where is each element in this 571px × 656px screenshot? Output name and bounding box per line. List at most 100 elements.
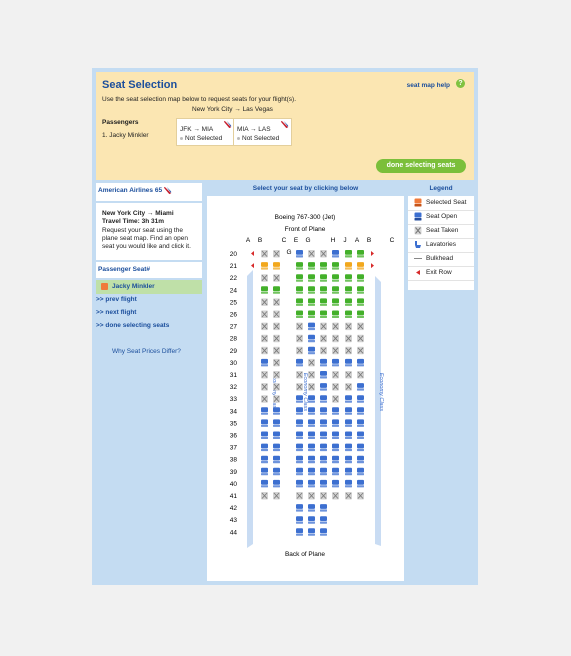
seat-open-exit[interactable] bbox=[261, 262, 268, 270]
seat-open[interactable] bbox=[296, 504, 303, 512]
seat-open-preferred[interactable] bbox=[261, 286, 268, 294]
seat-open[interactable] bbox=[273, 455, 280, 464]
seat-open-preferred[interactable] bbox=[357, 310, 364, 319]
seat-open[interactable] bbox=[261, 467, 268, 476]
seat-open[interactable] bbox=[345, 467, 352, 476]
seat-open[interactable] bbox=[273, 419, 280, 427]
seat-open[interactable] bbox=[357, 407, 364, 415]
seat-open[interactable] bbox=[357, 455, 364, 464]
seat-open[interactable] bbox=[296, 407, 303, 415]
seat-open-preferred[interactable] bbox=[273, 286, 280, 294]
seat-open[interactable] bbox=[296, 528, 303, 536]
seat-open-preferred[interactable] bbox=[296, 286, 303, 294]
prev-flight-link[interactable]: >> prev flight bbox=[96, 296, 137, 303]
seat-open[interactable] bbox=[345, 443, 352, 452]
seat-open[interactable] bbox=[308, 334, 315, 343]
seat-open-preferred[interactable] bbox=[320, 286, 327, 294]
seat-open[interactable] bbox=[273, 431, 280, 440]
seat-open-preferred[interactable] bbox=[345, 274, 352, 282]
seat-open[interactable] bbox=[273, 407, 280, 415]
seat-open[interactable] bbox=[320, 516, 327, 524]
seat-open[interactable] bbox=[357, 419, 364, 427]
seat-open-preferred[interactable] bbox=[308, 298, 315, 306]
seat-open[interactable] bbox=[261, 407, 268, 415]
seat-open[interactable] bbox=[261, 455, 268, 464]
seat-open[interactable] bbox=[320, 371, 327, 379]
seat-open-preferred[interactable] bbox=[332, 262, 339, 270]
seat-open[interactable] bbox=[308, 479, 315, 488]
seat-open[interactable] bbox=[320, 467, 327, 476]
seat-open[interactable] bbox=[308, 528, 315, 536]
seat-open[interactable] bbox=[320, 407, 327, 415]
seat-open[interactable] bbox=[320, 358, 327, 367]
done-selecting-seats-button[interactable]: done selecting seats bbox=[376, 159, 466, 173]
seat-open-preferred[interactable] bbox=[345, 310, 352, 319]
seat-open[interactable] bbox=[357, 467, 364, 476]
seat-open-preferred[interactable] bbox=[332, 274, 339, 282]
seat-open[interactable] bbox=[261, 479, 268, 488]
seat-open-exit[interactable] bbox=[345, 262, 352, 270]
seat-open[interactable] bbox=[345, 395, 352, 403]
seat-open[interactable] bbox=[308, 431, 315, 440]
seat-open[interactable] bbox=[332, 358, 339, 367]
seat-open[interactable] bbox=[308, 443, 315, 452]
seat-open-preferred[interactable] bbox=[296, 262, 303, 270]
seat-open-preferred[interactable] bbox=[296, 310, 303, 319]
seat-open-preferred[interactable] bbox=[357, 286, 364, 294]
seat-open[interactable] bbox=[308, 455, 315, 464]
seat-open[interactable] bbox=[332, 419, 339, 427]
seat-open-preferred[interactable] bbox=[357, 274, 364, 282]
seat-open[interactable] bbox=[296, 455, 303, 464]
why-seat-prices-differ-link[interactable]: Why Seat Prices Differ? bbox=[112, 348, 181, 355]
seat-open-preferred[interactable] bbox=[308, 310, 315, 319]
seat-open[interactable] bbox=[332, 250, 339, 258]
seat-open-preferred[interactable] bbox=[308, 262, 315, 270]
seat-open[interactable] bbox=[320, 431, 327, 440]
seat-open[interactable] bbox=[308, 322, 315, 331]
seat-open[interactable] bbox=[320, 383, 327, 391]
seat-open[interactable] bbox=[332, 443, 339, 452]
seat-open[interactable] bbox=[320, 395, 327, 403]
seat-open[interactable] bbox=[273, 443, 280, 452]
seat-open-preferred[interactable] bbox=[308, 274, 315, 282]
seat-open[interactable] bbox=[345, 479, 352, 488]
seat-open[interactable] bbox=[296, 516, 303, 524]
seat-open[interactable] bbox=[261, 443, 268, 452]
seat-open-exit[interactable] bbox=[357, 262, 364, 270]
seat-open[interactable] bbox=[296, 479, 303, 488]
seat-open[interactable] bbox=[273, 467, 280, 476]
seat-open[interactable] bbox=[345, 407, 352, 415]
seat-open[interactable] bbox=[320, 443, 327, 452]
seat-open[interactable] bbox=[345, 455, 352, 464]
seat-open[interactable] bbox=[308, 346, 315, 355]
next-flight-link[interactable]: >> next flight bbox=[96, 309, 136, 316]
seat-open-preferred[interactable] bbox=[320, 274, 327, 282]
seat-open[interactable] bbox=[296, 250, 303, 258]
seat-open[interactable] bbox=[345, 419, 352, 427]
seat-open[interactable] bbox=[320, 504, 327, 512]
seat-open[interactable] bbox=[345, 358, 352, 367]
seat-open[interactable] bbox=[296, 431, 303, 440]
help-icon[interactable]: ? bbox=[456, 79, 465, 88]
seat-open[interactable] bbox=[296, 419, 303, 427]
seat-open-preferred[interactable] bbox=[357, 250, 364, 258]
seat-open[interactable] bbox=[320, 528, 327, 536]
seat-open[interactable] bbox=[296, 358, 303, 367]
done-selecting-seats-link[interactable]: >> done selecting seats bbox=[96, 322, 169, 329]
seat-open[interactable] bbox=[273, 479, 280, 488]
seat-open-preferred[interactable] bbox=[332, 310, 339, 319]
seat-open[interactable] bbox=[308, 516, 315, 524]
seat-open-preferred[interactable] bbox=[332, 298, 339, 306]
seat-open[interactable] bbox=[332, 467, 339, 476]
seat-open[interactable] bbox=[345, 431, 352, 440]
seat-open[interactable] bbox=[357, 443, 364, 452]
seat-open-preferred[interactable] bbox=[296, 298, 303, 306]
seat-open[interactable] bbox=[308, 419, 315, 427]
seat-open[interactable] bbox=[308, 467, 315, 476]
seat-open[interactable] bbox=[296, 395, 303, 403]
seat-open[interactable] bbox=[332, 407, 339, 415]
segment-mia-las[interactable]: MIA → LAS Not Selected bbox=[233, 118, 292, 146]
seat-open[interactable] bbox=[357, 358, 364, 367]
seat-open-preferred[interactable] bbox=[357, 298, 364, 306]
seat-open-preferred[interactable] bbox=[308, 286, 315, 294]
